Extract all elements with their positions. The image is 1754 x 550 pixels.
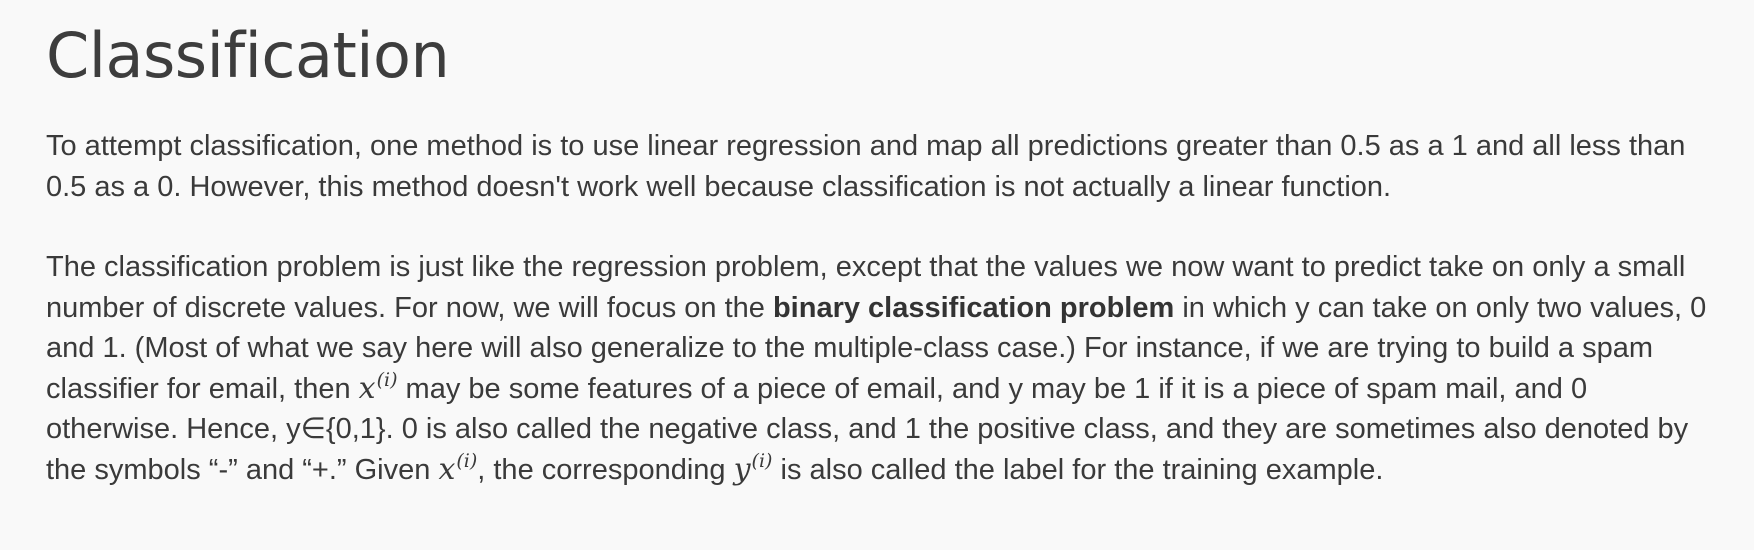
- binary-classification-term: binary classification problem: [772, 291, 1175, 324]
- math-x-base: x: [358, 370, 376, 406]
- math-x-i-2: x(i): [438, 449, 478, 487]
- document-page: Classification To attempt classification…: [0, 0, 1754, 550]
- math-x-i-1: x(i): [358, 368, 398, 406]
- paragraph-text-4: , the corresponding: [477, 453, 734, 486]
- math-x-superscript: (i): [376, 368, 398, 391]
- intro-paragraph: To attempt classification, one method is…: [46, 130, 1686, 203]
- math-y-superscript: (i): [751, 449, 773, 472]
- paragraph-text-5: is also called the label for the trainin…: [772, 453, 1384, 486]
- math-y-base: y: [733, 451, 751, 487]
- math-x-base: x: [438, 451, 456, 487]
- math-x-superscript: (i): [456, 449, 478, 472]
- math-y-i: y(i): [733, 449, 773, 487]
- page-title: Classification: [46, 19, 450, 92]
- classification-paragraph: The classification problem is just like …: [46, 247, 1726, 490]
